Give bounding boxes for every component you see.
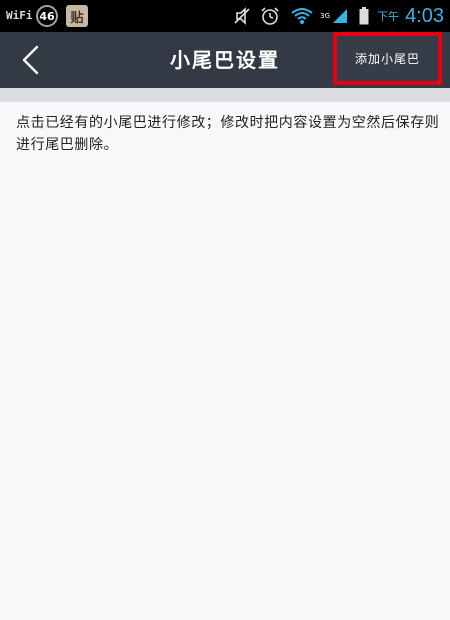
paste-badge-icon: 贴 bbox=[66, 5, 88, 27]
instruction-text: 点击已经有的小尾巴进行修改；修改时把内容设置为空然后保存则进行尾巴删除。 bbox=[16, 115, 440, 153]
am-pm-label: 下午 bbox=[377, 10, 400, 23]
status-right-group: 3G 下午 4:03 bbox=[224, 2, 444, 30]
chevron-left-icon bbox=[22, 45, 39, 75]
back-button[interactable] bbox=[12, 42, 48, 78]
network-type-label: 3G bbox=[320, 11, 331, 20]
battery-icon bbox=[359, 7, 369, 25]
add-tail-button[interactable]: 添加小尾巴 bbox=[333, 32, 442, 85]
header-divider bbox=[0, 88, 450, 102]
mute-icon bbox=[234, 7, 250, 25]
wifi-signal-icon bbox=[290, 7, 314, 25]
status-left-group: WiFi 46 贴 bbox=[6, 4, 88, 28]
wifi-indicator-label: WiFi bbox=[6, 9, 33, 22]
status-time: 4:03 bbox=[405, 4, 444, 27]
network-badge: 46 bbox=[36, 5, 58, 27]
cellular-signal-icon: 3G bbox=[320, 7, 349, 25]
status-bar: WiFi 46 贴 3G 下午 4:03 bbox=[0, 0, 450, 32]
main-content: 点击已经有的小尾巴进行修改；修改时把内容设置为空然后保存则进行尾巴删除。 bbox=[0, 102, 450, 620]
alarm-clock-icon bbox=[260, 6, 280, 26]
